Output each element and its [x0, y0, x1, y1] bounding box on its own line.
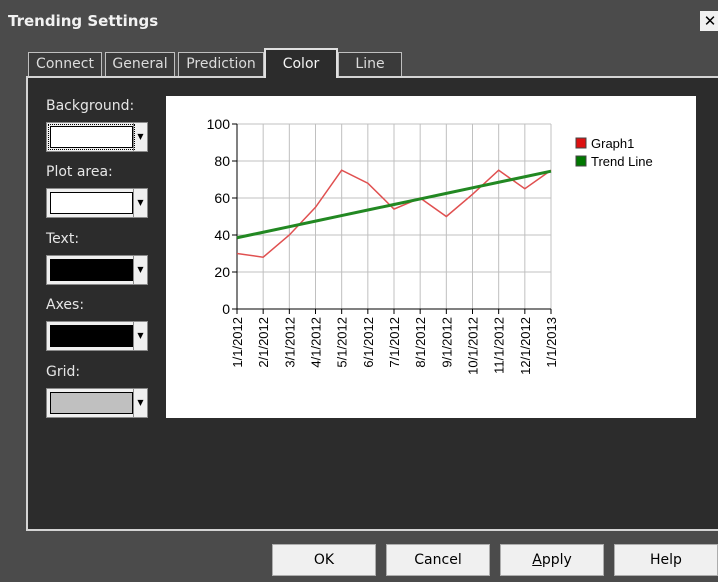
chevron-down-icon[interactable]: ▼: [133, 189, 147, 217]
grid-color-picker[interactable]: ▼: [46, 388, 148, 418]
y-tick-label: 60: [214, 190, 230, 206]
chevron-down-icon[interactable]: ▼: [133, 123, 147, 151]
grid-label: Grid:: [46, 364, 81, 380]
legend-label: Trend Line: [591, 154, 653, 169]
plot-area-swatch: [50, 192, 133, 214]
legend-label: Graph1: [591, 136, 634, 151]
window-title: Trending Settings: [8, 12, 159, 30]
text-color-picker[interactable]: ▼: [46, 255, 148, 285]
tab-connect[interactable]: Connect: [28, 52, 102, 77]
x-tick-label: 11/1/2012: [492, 317, 507, 374]
tab-line[interactable]: Line: [338, 52, 402, 77]
grid-swatch: [50, 392, 133, 414]
x-tick-label: 8/1/2012: [413, 317, 428, 368]
x-tick-label: 1/1/2012: [230, 317, 245, 368]
plot-area-label: Plot area:: [46, 164, 113, 180]
x-tick-label: 3/1/2012: [282, 317, 297, 368]
axes-color-picker[interactable]: ▼: [46, 321, 148, 351]
axes-swatch: [50, 325, 133, 347]
plot-area-color-picker[interactable]: ▼: [46, 188, 148, 218]
y-tick-label: 80: [214, 153, 230, 169]
chart-preview: 0 20 40 60 80 100 1/1/2012 2/1/2012 3/1/2012 4/1/…: [166, 96, 696, 418]
axes-label: Axes:: [46, 297, 85, 313]
y-tick-label: 20: [214, 264, 230, 280]
tab-color[interactable]: Color: [264, 48, 338, 78]
help-button[interactable]: Help: [614, 544, 718, 576]
y-tick-label: 100: [207, 116, 231, 132]
tab-general[interactable]: General: [105, 52, 175, 77]
x-tick-label: 12/1/2012: [518, 317, 533, 375]
chevron-down-icon[interactable]: ▼: [133, 322, 147, 350]
background-swatch: [48, 124, 135, 150]
legend-swatch: [575, 155, 587, 167]
title-bar: Trending Settings ✕: [0, 0, 718, 40]
x-tick-label: 4/1/2012: [309, 317, 324, 368]
x-tick-label: 9/1/2012: [439, 317, 454, 368]
apply-button[interactable]: Apply: [500, 544, 604, 576]
cancel-button[interactable]: Cancel: [386, 544, 490, 576]
tab-prediction[interactable]: Prediction: [178, 52, 264, 77]
x-tick-label: 7/1/2012: [387, 317, 402, 368]
background-label: Background:: [46, 98, 135, 114]
x-tick-label: 5/1/2012: [335, 317, 350, 368]
chevron-down-icon[interactable]: ▼: [133, 256, 147, 284]
trend-chart: 0 20 40 60 80 100 1/1/2012 2/1/2012 3/1/2012 4/1/…: [207, 116, 653, 375]
y-tick-label: 0: [222, 301, 230, 317]
x-tick-label: 2/1/2012: [256, 317, 271, 368]
x-tick-label: 10/1/2012: [466, 317, 481, 375]
legend-swatch: [575, 137, 587, 149]
chevron-down-icon[interactable]: ▼: [133, 389, 147, 417]
x-tick-label: 1/1/2013: [544, 317, 559, 368]
background-color-picker[interactable]: ▼: [46, 122, 148, 152]
close-button[interactable]: ✕: [700, 11, 718, 31]
ok-button[interactable]: OK: [272, 544, 376, 576]
text-label: Text:: [46, 231, 80, 247]
x-tick-label: 6/1/2012: [361, 317, 376, 368]
text-swatch: [50, 259, 133, 281]
y-tick-label: 40: [214, 227, 230, 243]
